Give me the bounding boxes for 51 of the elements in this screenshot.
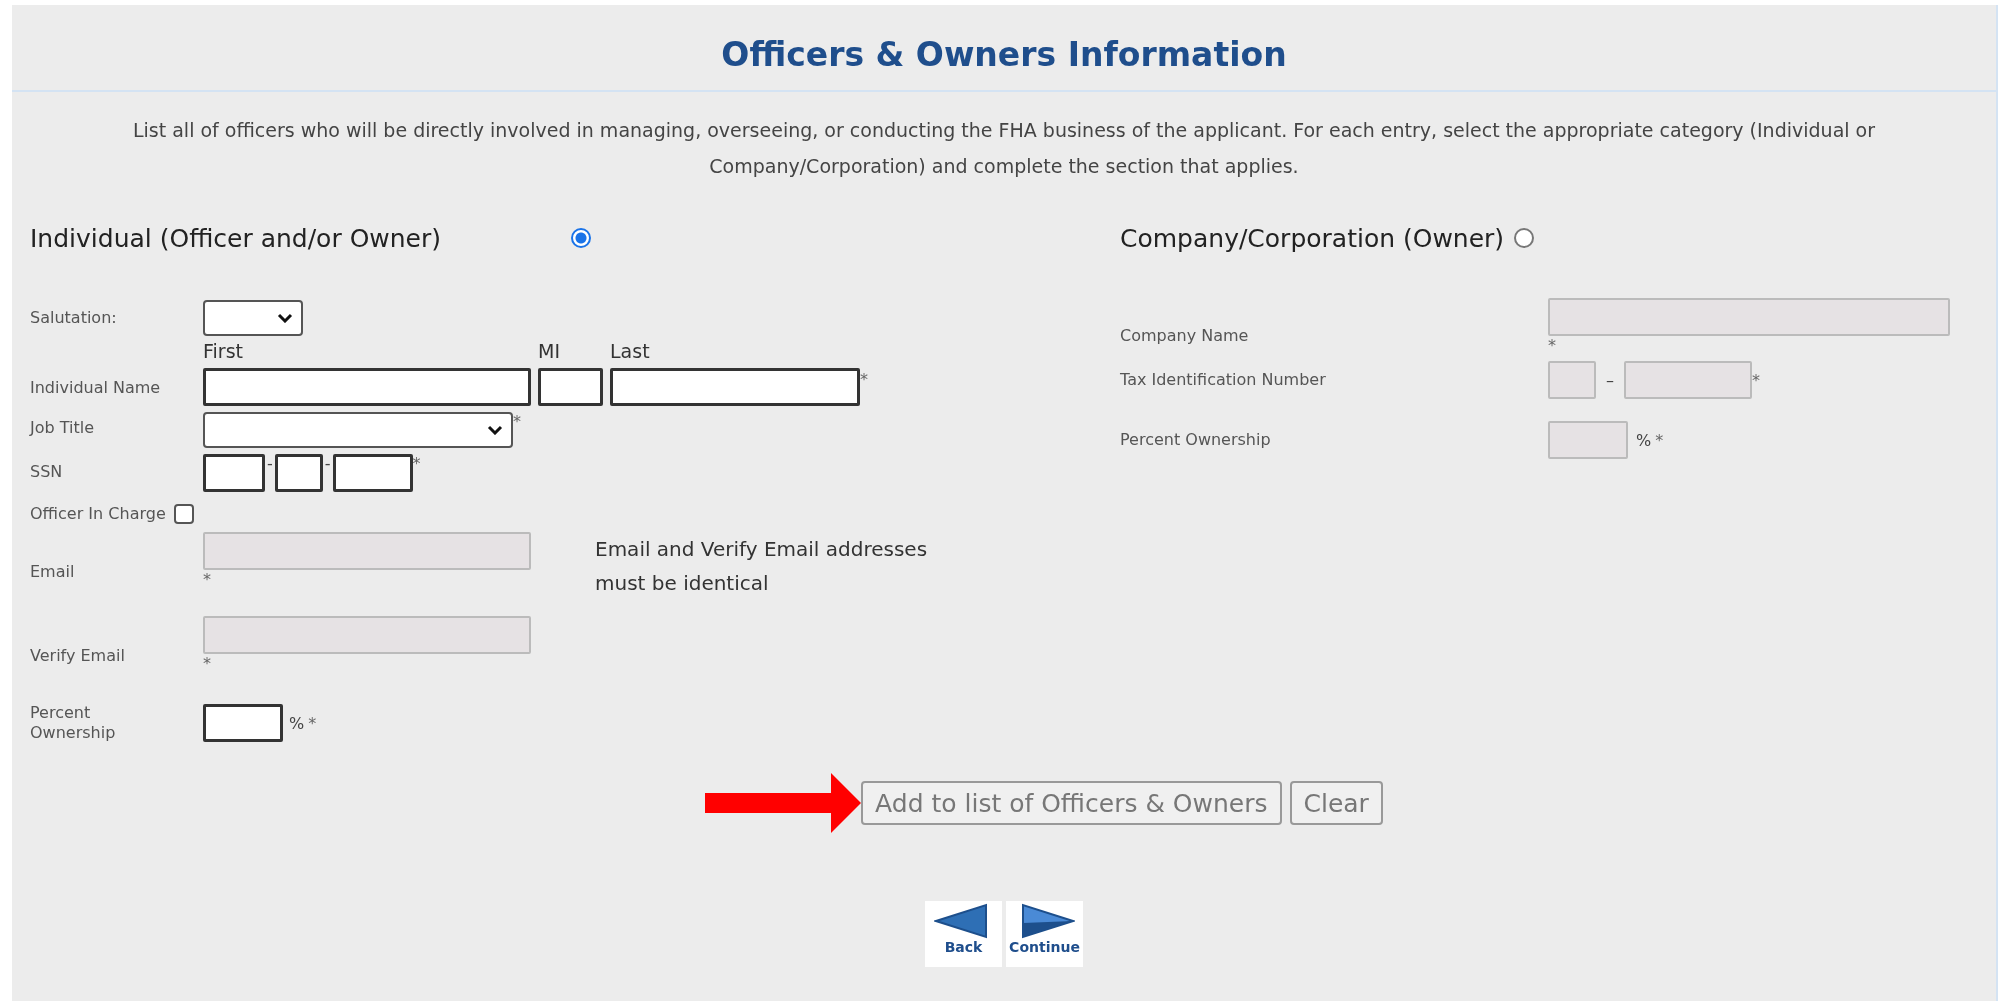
radio-button[interactable] [571, 228, 591, 248]
ssn-field[interactable] [332, 454, 413, 492]
field-label: Salutation: [30, 307, 118, 328]
field-label: Job Title [30, 417, 96, 438]
checkbox[interactable] [173, 504, 194, 524]
field-label: Individual Name [30, 378, 162, 399]
field-label: Company Name [1120, 325, 1250, 346]
add-button[interactable]: Add to list of Officers & Owners [861, 781, 1282, 825]
section-heading: Company/Corporation (Owner) [1120, 223, 1505, 253]
instructions-text: List all of officers who will be directly involved in managing, overseeing, or conducting the FHA business of the applicant. For each entry, select the appropriate category (Individual or Company/Corporation) and complete the section that applies. [131, 118, 1877, 179]
radio-button[interactable] [1514, 228, 1535, 248]
ssn-field[interactable] [203, 454, 265, 492]
separator: - [266, 454, 274, 473]
field-label: Officer In Charge [30, 504, 166, 524]
percent-field[interactable] [203, 704, 283, 742]
clear-button[interactable]: Clear [1289, 781, 1383, 825]
field-label: Percent Ownership [1120, 430, 1272, 450]
section-heading: Individual (Officer and/or Owner) [30, 223, 441, 253]
name-field[interactable] [610, 368, 860, 406]
job-title-select[interactable] [203, 412, 513, 448]
required-mark: * [308, 713, 317, 733]
required-mark: * [203, 570, 211, 589]
separator: - [323, 454, 332, 473]
required-mark: * [860, 370, 868, 389]
field-label: Percent Ownership [30, 703, 117, 743]
page-title: Officers & Owners Information [12, 5, 1996, 92]
email-note: Email and Verify Email addresses must be identical [595, 536, 929, 597]
field-label: SSN [30, 461, 64, 482]
ssn-field[interactable] [274, 454, 323, 492]
percent-sign: % [288, 713, 306, 733]
back-button[interactable]: Back [925, 901, 1002, 967]
required-mark: * [1655, 430, 1664, 450]
column-label: Last [610, 340, 651, 362]
column-label: First [203, 340, 244, 362]
required-mark: * [203, 654, 211, 673]
separator: – [1605, 370, 1615, 390]
required-mark: * [412, 454, 421, 473]
chevron-down-icon [277, 313, 293, 323]
name-field[interactable] [538, 368, 603, 406]
column-label: MI [538, 340, 561, 362]
continue-button[interactable]: Continue [1006, 901, 1083, 967]
field-label: Tax Identification Number [1120, 370, 1327, 390]
name-field[interactable] [203, 368, 531, 406]
required-mark: * [1752, 370, 1760, 390]
required-mark: * [513, 412, 521, 431]
field-label: Email [30, 561, 76, 582]
percent-sign: % [1635, 430, 1653, 450]
required-mark: * [1548, 336, 1556, 355]
salutation-select[interactable] [203, 300, 303, 336]
chevron-down-icon [487, 425, 503, 435]
field-label: Verify Email [30, 645, 126, 666]
